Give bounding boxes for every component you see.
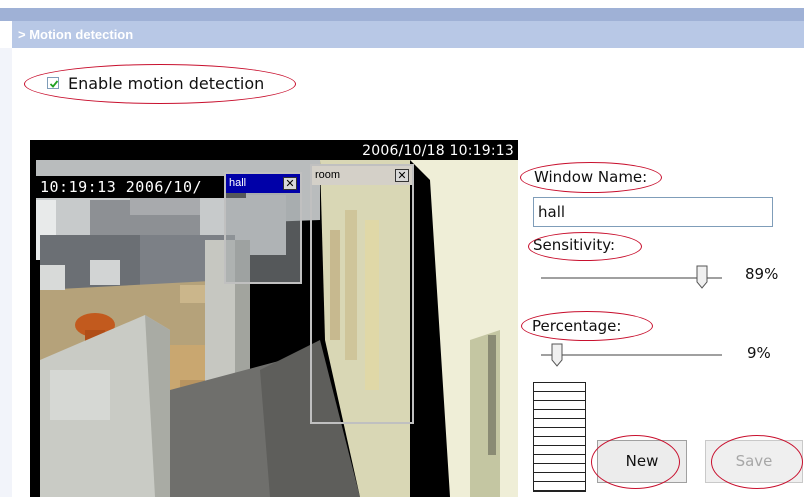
level-bar <box>534 454 585 455</box>
level-bar <box>534 481 585 482</box>
level-bar <box>534 391 585 392</box>
motion-window-hall[interactable]: hall ✕ <box>224 172 302 284</box>
level-bar <box>534 418 585 419</box>
percentage-label: Percentage: <box>532 317 622 335</box>
close-icon[interactable]: ✕ <box>395 169 409 182</box>
level-bar <box>534 445 585 446</box>
overlay-timestamp: 10:19:13 2006/10/ <box>40 178 203 196</box>
checkmark-icon <box>49 80 59 88</box>
new-button[interactable]: New <box>597 440 687 483</box>
motion-window-room-name: room <box>315 169 341 181</box>
percentage-value: 9% <box>747 344 771 362</box>
window-name-input[interactable]: hall <box>533 197 773 227</box>
percentage-slider-track[interactable] <box>541 354 722 357</box>
percentage-slider-thumb[interactable] <box>551 343 563 367</box>
motion-window-room[interactable]: room ✕ <box>310 164 414 424</box>
level-bar <box>534 409 585 410</box>
window-name-label: Window Name: <box>534 168 648 186</box>
motion-level-indicator <box>533 382 586 492</box>
motion-window-hall-area <box>226 193 300 282</box>
level-bar <box>534 463 585 464</box>
level-bar <box>534 472 585 473</box>
save-button[interactable]: Save <box>705 440 803 483</box>
top-bar <box>0 8 804 21</box>
enable-motion-checkbox[interactable] <box>47 77 59 89</box>
left-band <box>0 48 12 497</box>
sensitivity-slider-thumb[interactable] <box>696 265 708 289</box>
level-bar <box>534 427 585 428</box>
sensitivity-label: Sensitivity: <box>533 236 616 254</box>
level-bar <box>534 490 585 491</box>
close-icon[interactable]: ✕ <box>283 177 297 190</box>
motion-window-hall-title[interactable]: hall ✕ <box>226 174 300 193</box>
motion-window-room-title[interactable]: room ✕ <box>312 166 412 185</box>
section-header: > Motion detection <box>12 21 804 48</box>
sensitivity-value: 89% <box>745 265 779 283</box>
camera-timestamp: 2006/10/18 10:19:13 <box>362 143 514 159</box>
motion-window-hall-name: hall <box>229 177 247 189</box>
camera-view: 2006/10/18 10:19:13 10:19:13 2006/10/ ha… <box>30 140 518 497</box>
sensitivity-slider-track[interactable] <box>541 277 722 280</box>
level-bar <box>534 400 585 401</box>
section-title: > Motion detection <box>18 27 134 42</box>
top-stripe <box>0 0 804 8</box>
enable-motion-label: Enable motion detection <box>68 74 265 93</box>
level-bar <box>534 436 585 437</box>
